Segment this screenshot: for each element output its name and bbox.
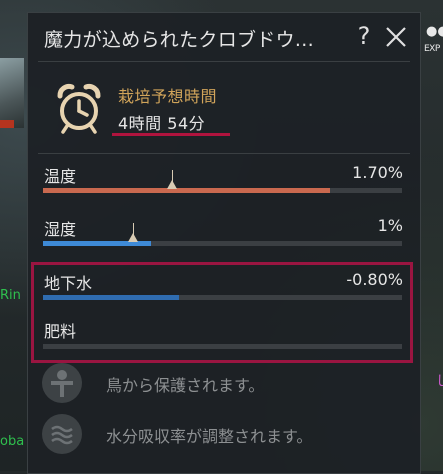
background-flag [0, 120, 14, 128]
humidity-value: 1% [377, 216, 403, 235]
highlight-box [31, 262, 413, 363]
exp-label: EXP [424, 44, 440, 54]
divider [38, 61, 410, 62]
help-button[interactable]: ? [353, 22, 375, 50]
temperature-value: 1.70% [352, 163, 403, 182]
timer-underline [112, 133, 230, 136]
effect-text: 鳥から保護されます。 [106, 376, 265, 395]
exp-indicator[interactable]: ●● EXP [424, 22, 443, 54]
humidity-label: 湿度 [44, 220, 77, 239]
effect-item: 水分吸収率が調整されます。 [42, 414, 412, 454]
background-character [0, 58, 24, 128]
chat-name-text: Rin [0, 288, 21, 303]
divider [38, 153, 410, 154]
timer-value: 4時間 54分 [118, 114, 206, 133]
alarm-clock-icon [57, 84, 101, 134]
water-icon [42, 414, 82, 454]
humidity-bar [43, 223, 402, 246]
temperature-bar-fill [43, 188, 330, 193]
close-icon [386, 27, 406, 47]
optimal-marker-line [133, 223, 134, 241]
effect-item: 鳥から保護されます。 [42, 363, 412, 403]
timer-label: 栽培予想時間 [118, 87, 218, 106]
dialog-title-bar[interactable]: 魔力が込められたクロブドウ... ? [28, 13, 420, 61]
close-button[interactable] [384, 25, 408, 49]
temperature-label: 温度 [44, 167, 77, 186]
chat-name-text: oba [0, 434, 25, 449]
growth-timer: 栽培予想時間 4時間 54分 [28, 73, 420, 153]
temperature-bar [43, 170, 402, 193]
effect-text: 水分吸収率が調整されます。 [106, 427, 313, 446]
crop-info-dialog: 魔力が込められたクロブドウ... ? 栽培予想時間 4時間 54分 温度 1.7… [27, 12, 421, 474]
optimal-marker-line [172, 170, 173, 188]
chat-name-text: し [436, 374, 443, 389]
scarecrow-icon [42, 363, 82, 403]
people-icon: ●● [426, 24, 443, 39]
dialog-title: 魔力が込められたクロブドウ... [44, 29, 314, 51]
